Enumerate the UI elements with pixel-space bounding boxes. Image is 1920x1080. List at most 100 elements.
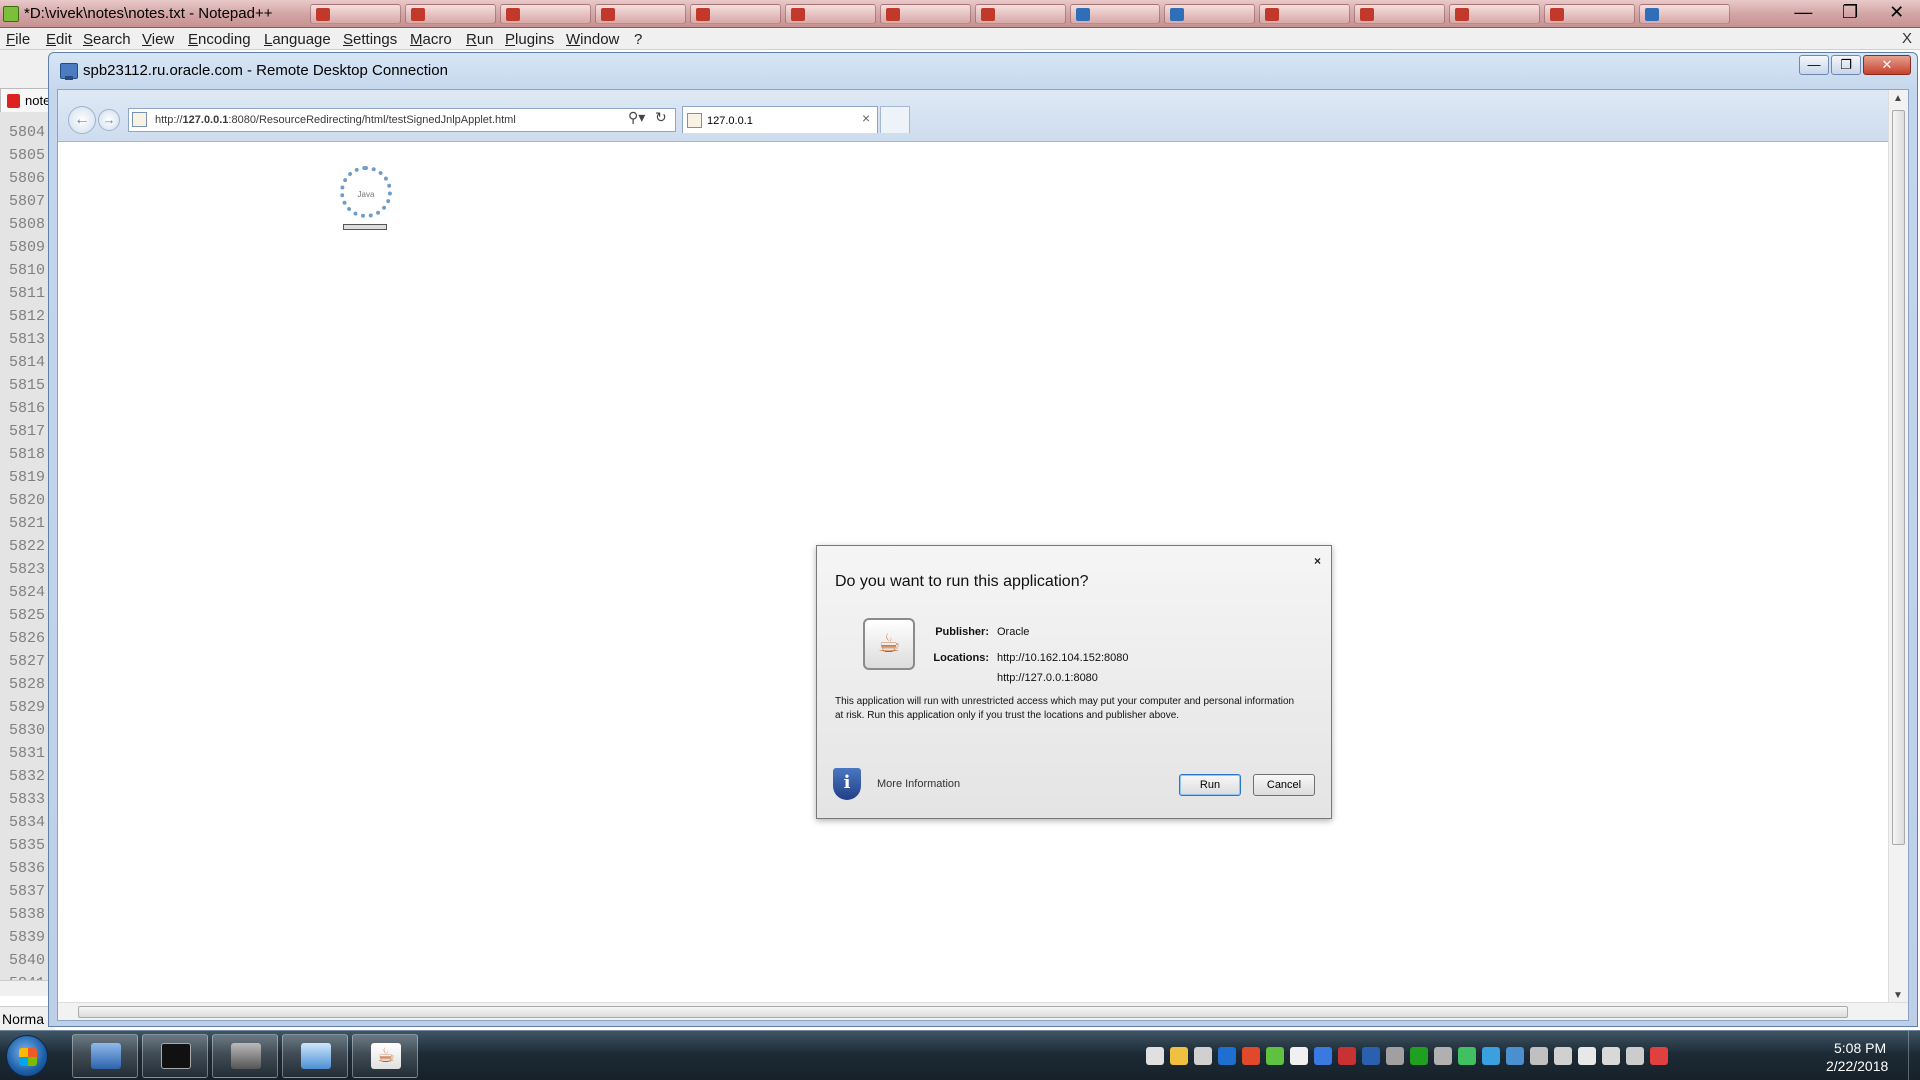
browser-tab[interactable]: 127.0.0.1	[682, 106, 878, 133]
menu-settings[interactable]: Settings	[343, 31, 397, 48]
background-window-button[interactable]	[1354, 4, 1446, 24]
dialog-close-icon[interactable]: ×	[1314, 554, 1321, 568]
document-icon[interactable]	[1290, 1047, 1308, 1065]
menu-edit[interactable]: Edit	[46, 31, 72, 48]
background-window-button[interactable]	[1544, 4, 1636, 24]
browser-horizontal-scrollbar[interactable]	[58, 1002, 1908, 1020]
line-number: 5804	[9, 124, 46, 141]
background-window-button[interactable]	[689, 4, 781, 24]
start-button[interactable]	[6, 1035, 48, 1077]
menu-run[interactable]: Run	[466, 31, 494, 48]
taskbar-remote-desktop[interactable]	[72, 1034, 138, 1078]
network-drive-icon[interactable]	[1194, 1047, 1212, 1065]
background-window-button[interactable]	[594, 4, 686, 24]
menu-language[interactable]: Language	[264, 31, 331, 48]
printer-icon[interactable]	[1602, 1047, 1620, 1065]
taskbar-command-prompt[interactable]	[142, 1034, 208, 1078]
word-icon[interactable]	[1362, 1047, 1380, 1065]
clock-date[interactable]: 2/22/2018	[1826, 1058, 1888, 1074]
background-window-button[interactable]	[879, 4, 971, 24]
notepad-horizontal-scrollbar[interactable]	[0, 980, 55, 996]
show-desktop-button[interactable]	[1908, 1031, 1920, 1080]
address-bar[interactable]: http://127.0.0.1:8080/ResourceRedirectin…	[128, 108, 676, 132]
menu-plugins[interactable]: Plugins	[505, 31, 554, 48]
monitor-icon[interactable]	[1530, 1047, 1548, 1065]
tab-close-icon[interactable]: ×	[862, 110, 870, 126]
background-window-button[interactable]	[1259, 4, 1351, 24]
taskbar-control-panel[interactable]	[282, 1034, 348, 1078]
background-window-button[interactable]	[1639, 4, 1731, 24]
network-icon[interactable]	[1626, 1047, 1644, 1065]
close-icon[interactable]: ✕	[1863, 55, 1911, 75]
clock-time[interactable]: 5:08 PM	[1834, 1040, 1886, 1056]
notepad-file-tab[interactable]: note	[0, 88, 55, 112]
outlook-icon[interactable]	[1218, 1047, 1236, 1065]
calendar-icon[interactable]	[1242, 1047, 1260, 1065]
headset-icon[interactable]	[1386, 1047, 1404, 1065]
menu-view[interactable]: View	[142, 31, 174, 48]
background-window-button[interactable]	[1164, 4, 1256, 24]
menu-search[interactable]: Search	[83, 31, 131, 48]
vpn-icon[interactable]	[1506, 1047, 1524, 1065]
more-information-link[interactable]: More Information	[877, 778, 960, 790]
settings-icon[interactable]	[1146, 1047, 1164, 1065]
search-dropdown-icon[interactable]: ⚲▾	[628, 109, 645, 126]
background-window-button[interactable]	[1069, 4, 1161, 24]
java-loader-label: Java	[357, 190, 375, 199]
background-window-button[interactable]	[974, 4, 1066, 24]
maximize-icon[interactable]: ❐	[1831, 55, 1861, 75]
vim-icon[interactable]	[1434, 1047, 1452, 1065]
menu-encoding[interactable]: Encoding	[188, 31, 251, 48]
minimize-icon[interactable]: —	[1799, 55, 1829, 75]
notepad-toolbar	[0, 50, 55, 90]
menu-macro[interactable]: Macro	[410, 31, 452, 48]
scroll-thumb[interactable]	[78, 1006, 1848, 1018]
maximize-icon[interactable]: ❐	[1827, 0, 1874, 26]
close-icon[interactable]: ✕	[1873, 0, 1920, 26]
background-window-button[interactable]	[784, 4, 876, 24]
refresh-icon[interactable]: ↻	[655, 109, 667, 126]
wifi-icon[interactable]	[1554, 1047, 1572, 1065]
menu-window[interactable]: Window	[566, 31, 619, 48]
back-icon[interactable]: ←	[68, 106, 96, 134]
globe-icon[interactable]	[1482, 1047, 1500, 1065]
cancel-button[interactable]: Cancel	[1253, 774, 1315, 796]
java-security-dialog: × Do you want to run this application? ☕…	[816, 545, 1332, 819]
line-number: 5835	[9, 837, 46, 854]
java-loading-progress	[343, 224, 387, 230]
background-window-button[interactable]	[310, 4, 401, 24]
background-window-button[interactable]	[1449, 4, 1541, 24]
forward-icon[interactable]: →	[98, 109, 120, 131]
location-value: http://10.162.104.152:8080	[997, 652, 1129, 664]
background-window-button[interactable]	[499, 4, 591, 24]
scroll-thumb[interactable]	[1892, 110, 1905, 845]
scroll-up-icon[interactable]: ▲	[1893, 93, 1903, 104]
green-app-icon[interactable]	[1410, 1047, 1428, 1065]
minimize-icon[interactable]: —	[1780, 0, 1827, 26]
run-button[interactable]: Run	[1179, 774, 1241, 796]
line-number: 5805	[9, 147, 46, 164]
shield-icon[interactable]	[1338, 1047, 1356, 1065]
close-document-icon[interactable]: X	[1902, 30, 1912, 47]
menu-file[interactable]: File	[6, 31, 30, 48]
line-number: 5807	[9, 193, 46, 210]
mail-icon[interactable]	[1170, 1047, 1188, 1065]
background-window-button[interactable]	[404, 4, 496, 24]
new-tab-button[interactable]	[880, 106, 910, 133]
line-number: 5826	[9, 630, 46, 647]
remote-desktop-window: spb23112.ru.oracle.com - Remote Desktop …	[48, 52, 1918, 1027]
notepad-window-controls: — ❐ ✕	[1780, 0, 1920, 26]
evernote-icon[interactable]	[1266, 1047, 1284, 1065]
scroll-down-icon[interactable]: ▼	[1893, 990, 1903, 1001]
bluetooth-icon[interactable]	[1314, 1047, 1332, 1065]
sync-icon[interactable]	[1458, 1047, 1476, 1065]
volume-muted-icon[interactable]	[1650, 1047, 1668, 1065]
taskbar-network-app[interactable]	[212, 1034, 278, 1078]
browser-vertical-scrollbar[interactable]: ▲ ▼	[1888, 90, 1908, 1004]
line-number: 5828	[9, 676, 46, 693]
line-number: 5814	[9, 354, 46, 371]
flag-icon[interactable]	[1578, 1047, 1596, 1065]
line-number: 5812	[9, 308, 46, 325]
taskbar-java[interactable]: ☕	[352, 1034, 418, 1078]
menu-help[interactable]: ?	[634, 31, 642, 48]
